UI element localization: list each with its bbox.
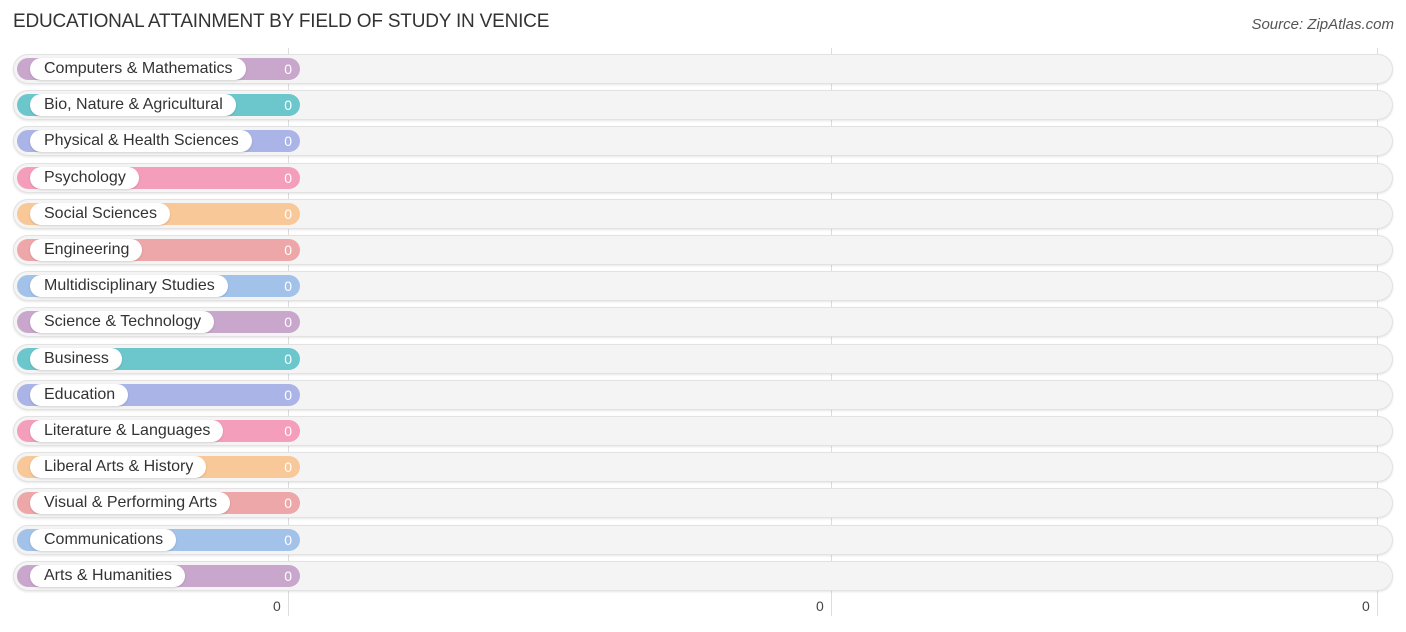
value-label: 0 — [284, 314, 292, 330]
bar-row: Education 0 — [13, 380, 1393, 410]
value-label: 0 — [284, 495, 292, 511]
category-label: Engineering — [30, 239, 143, 261]
x-tick-label: 0 — [273, 598, 281, 614]
x-tick-label: 0 — [816, 598, 824, 614]
value-label: 0 — [284, 351, 292, 367]
bar-row: Social Sciences 0 — [13, 199, 1393, 229]
bar-row: Psychology 0 — [13, 163, 1393, 193]
value-label: 0 — [284, 206, 292, 222]
value-label: 0 — [284, 170, 292, 186]
category-label: Physical & Health Sciences — [30, 130, 252, 152]
value-label: 0 — [284, 459, 292, 475]
value-label: 0 — [284, 242, 292, 258]
category-label: Psychology — [30, 167, 139, 189]
value-label: 0 — [284, 61, 292, 77]
chart-title: EDUCATIONAL ATTAINMENT BY FIELD OF STUDY… — [13, 11, 550, 32]
bar-row: Computers & Mathematics 0 — [13, 54, 1393, 84]
bar-row: Arts & Humanities 0 — [13, 561, 1393, 591]
value-label: 0 — [284, 97, 292, 113]
value-label: 0 — [284, 532, 292, 548]
category-label: Business — [30, 348, 122, 370]
category-label: Arts & Humanities — [30, 565, 186, 587]
category-label: Computers & Mathematics — [30, 58, 246, 80]
x-tick-label: 0 — [1362, 598, 1370, 614]
value-label: 0 — [284, 568, 292, 584]
bar-row: Bio, Nature & Agricultural 0 — [13, 90, 1393, 120]
bar-row: Business 0 — [13, 344, 1393, 374]
bar-row: Science & Technology 0 — [13, 307, 1393, 337]
category-label: Bio, Nature & Agricultural — [30, 94, 236, 116]
bar-row: Engineering 0 — [13, 235, 1393, 265]
category-label: Communications — [30, 529, 177, 551]
category-label: Liberal Arts & History — [30, 456, 207, 478]
category-label: Social Sciences — [30, 203, 170, 225]
bar-row: Liberal Arts & History 0 — [13, 452, 1393, 482]
value-label: 0 — [284, 133, 292, 149]
bar-row: Multidisciplinary Studies 0 — [13, 271, 1393, 301]
chart-source: Source: ZipAtlas.com — [1251, 16, 1394, 33]
bar-row: Visual & Performing Arts 0 — [13, 488, 1393, 518]
category-label: Education — [30, 384, 129, 406]
category-label: Visual & Performing Arts — [30, 492, 231, 514]
category-label: Literature & Languages — [30, 420, 224, 442]
chart: EDUCATIONAL ATTAINMENT BY FIELD OF STUDY… — [0, 0, 1406, 632]
bar-row: Literature & Languages 0 — [13, 416, 1393, 446]
category-label: Multidisciplinary Studies — [30, 275, 228, 297]
bar-row: Communications 0 — [13, 525, 1393, 555]
value-label: 0 — [284, 423, 292, 439]
category-label: Science & Technology — [30, 311, 215, 333]
value-label: 0 — [284, 387, 292, 403]
bar-row: Physical & Health Sciences 0 — [13, 126, 1393, 156]
value-label: 0 — [284, 278, 292, 294]
